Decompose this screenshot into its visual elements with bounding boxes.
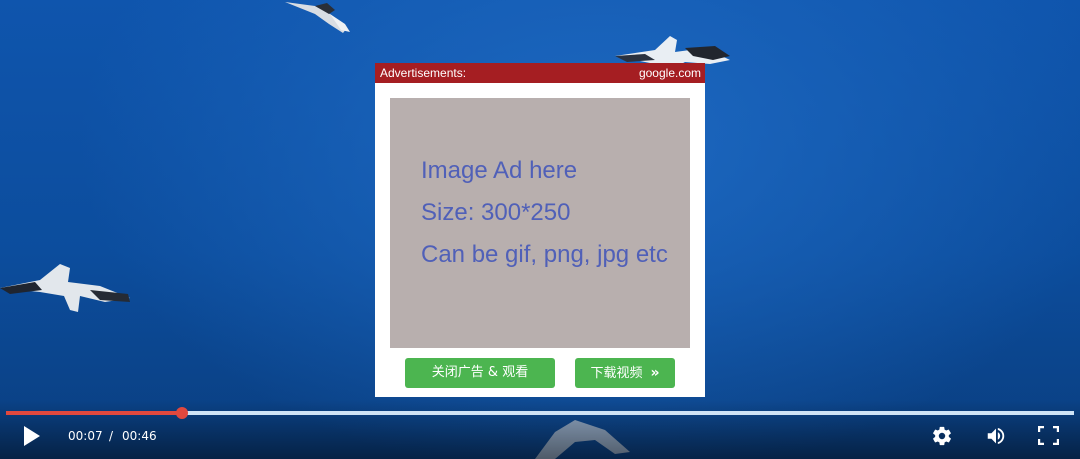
double-chevron-right-icon: » <box>650 365 660 381</box>
ad-image-text: Can be gif, png, jpg etc <box>421 241 668 268</box>
ad-image-text: Image Ad here <box>421 157 578 184</box>
volume-icon[interactable] <box>985 425 1007 447</box>
time-separator: / <box>109 429 114 443</box>
current-time: 00:07 <box>68 429 103 443</box>
bird-image <box>0 264 130 312</box>
close-ad-button-label: 关闭广告 & 观看 <box>431 365 529 380</box>
duration: 00:46 <box>122 429 157 443</box>
play-icon[interactable] <box>22 425 42 447</box>
progress-played <box>6 411 182 415</box>
bird-image <box>285 2 350 33</box>
download-button-label: 下载视频 <box>590 366 643 381</box>
settings-icon[interactable] <box>931 425 953 447</box>
ad-header-label: Advertisements: <box>380 66 467 80</box>
download-video-button[interactable]: 下载视频 » <box>575 358 675 388</box>
control-bar <box>0 400 1080 459</box>
ad-overlay: Advertisements: google.com Image Ad here… <box>375 63 705 397</box>
ad-header: Advertisements: google.com <box>375 63 705 83</box>
ad-source-link[interactable]: google.com <box>639 63 701 83</box>
close-ad-and-watch-button[interactable]: 关闭广告 & 观看 <box>405 358 555 388</box>
fullscreen-icon[interactable] <box>1038 426 1059 445</box>
ad-image-text: Size: 300*250 <box>421 199 571 226</box>
progress-scrubber-handle[interactable] <box>176 407 188 419</box>
ad-image[interactable]: Image Ad here Size: 300*250 Can be gif, … <box>390 98 690 348</box>
